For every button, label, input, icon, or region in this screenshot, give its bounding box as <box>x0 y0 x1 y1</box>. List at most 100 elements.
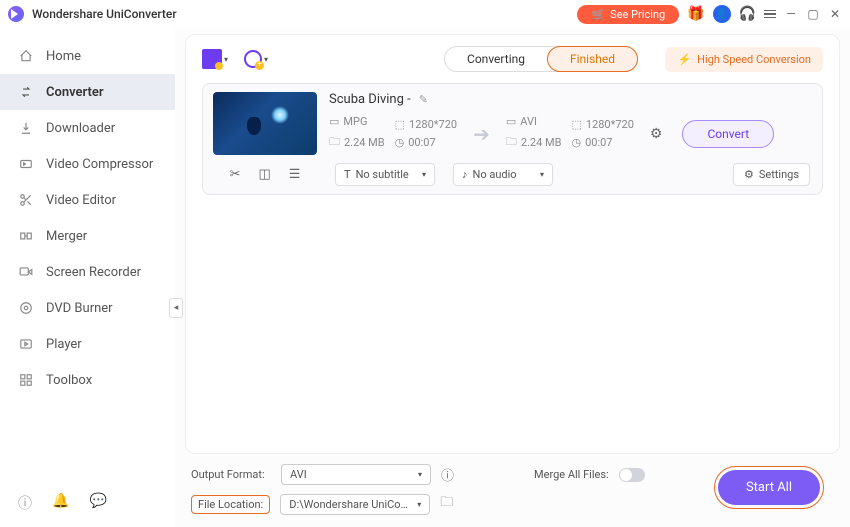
pricing-label: See Pricing <box>610 8 665 21</box>
info-icon[interactable]: ⓘ <box>441 465 454 484</box>
sidebar-item-label: Home <box>46 49 81 64</box>
sidebar-item-compressor[interactable]: Video Compressor <box>0 146 175 182</box>
edit-icon[interactable]: ✎ <box>419 93 428 106</box>
file-location-value: D:\Wondershare UniConverter 1 <box>289 498 409 511</box>
chevron-down-icon: ▾ <box>422 170 426 179</box>
src-res: 1280*720 <box>409 118 457 131</box>
tab-converting[interactable]: Converting <box>445 47 547 71</box>
audio-value: No audio <box>473 168 517 181</box>
dst-res: 1280*720 <box>586 118 634 131</box>
help-icon[interactable]: ⓘ <box>18 493 32 513</box>
toolbox-icon <box>18 372 34 388</box>
sidebar-item-recorder[interactable]: Screen Recorder <box>0 254 175 290</box>
file-add-icon <box>202 49 222 69</box>
sidebar-item-label: Video Editor <box>46 193 116 208</box>
output-format-label: Output Format: <box>191 468 271 481</box>
merger-icon <box>18 228 34 244</box>
sidebar-item-dvd[interactable]: DVD Burner <box>0 290 175 326</box>
sidebar-item-label: Screen Recorder <box>46 265 141 280</box>
src-format: MPG <box>343 115 367 128</box>
video-icon: ▭ <box>329 115 339 128</box>
sidebar-item-downloader[interactable]: Downloader <box>0 110 175 146</box>
sidebar-item-label: DVD Burner <box>46 301 113 316</box>
maximize-button[interactable]: ▢ <box>806 7 820 21</box>
close-button[interactable]: ✕ <box>828 7 842 21</box>
convert-button[interactable]: Convert <box>682 120 774 148</box>
clock-icon: ◷ <box>571 136 581 149</box>
user-avatar[interactable]: 👤 <box>713 5 731 23</box>
file-title: Scuba Diving - <box>329 92 411 107</box>
speed-label: High Speed Conversion <box>697 53 811 66</box>
chevron-down-icon: ▾ <box>417 500 421 509</box>
settings-label: Settings <box>759 168 799 181</box>
see-pricing-button[interactable]: 🛒 See Pricing <box>577 5 679 24</box>
cart-icon: 🛒 <box>591 8 605 21</box>
open-folder-icon[interactable]: 🗀 <box>440 493 453 515</box>
sidebar-item-home[interactable]: Home <box>0 38 175 74</box>
subtitle-icon: T <box>344 168 351 181</box>
output-format-select[interactable]: AVI ▾ <box>281 464 431 485</box>
chevron-down-icon: ▾ <box>224 55 228 64</box>
tab-group: Converting Finished <box>444 46 637 72</box>
merge-toggle[interactable] <box>619 468 645 482</box>
compressor-icon <box>18 156 34 172</box>
download-icon <box>18 120 34 136</box>
high-speed-button[interactable]: ⚡ High Speed Conversion <box>665 47 823 72</box>
disc-add-icon <box>244 50 262 68</box>
sidebar-item-merger[interactable]: Merger <box>0 218 175 254</box>
player-icon <box>18 336 34 352</box>
sidebar-item-label: Converter <box>46 85 104 100</box>
gear-icon: ⚙ <box>744 168 754 181</box>
crop-icon[interactable]: ◫ <box>258 167 270 182</box>
video-thumbnail[interactable] <box>213 92 317 155</box>
file-location-label: File Location: <box>191 495 270 514</box>
chevron-down-icon: ▾ <box>540 170 544 179</box>
dst-dur: 00:07 <box>585 136 612 149</box>
add-file-button[interactable]: ▾ <box>202 49 228 69</box>
tab-finished[interactable]: Finished <box>547 46 638 72</box>
item-settings-button[interactable]: ⚙ Settings <box>733 163 810 186</box>
sidebar-item-player[interactable]: Player <box>0 326 175 362</box>
menu-icon[interactable] <box>764 10 776 19</box>
home-icon <box>18 48 34 64</box>
resolution-icon: ⬚ <box>395 118 405 131</box>
bell-icon[interactable]: 🔔 <box>52 493 69 513</box>
app-title: Wondershare UniConverter <box>32 7 177 21</box>
subtitle-select[interactable]: T No subtitle ▾ <box>335 163 435 186</box>
src-size: 2.24 MB <box>344 136 385 149</box>
minimize-button[interactable]: — <box>784 7 798 21</box>
file-location-select[interactable]: D:\Wondershare UniConverter 1 ▾ <box>280 494 430 515</box>
feedback-icon[interactable]: 💬 <box>89 493 106 513</box>
sidebar-item-label: Player <box>46 337 82 352</box>
effects-icon[interactable]: ☰ <box>289 167 301 182</box>
sidebar-item-label: Merger <box>46 229 87 244</box>
sidebar-item-converter[interactable]: Converter <box>0 74 175 110</box>
gift-icon[interactable]: 🎁 <box>687 6 704 22</box>
sidebar-collapse-button[interactable]: ◂ <box>169 298 183 318</box>
src-dur: 00:07 <box>408 136 435 149</box>
resolution-icon: ⬚ <box>571 118 581 131</box>
chevron-down-icon: ▾ <box>264 55 268 64</box>
support-icon[interactable]: 🎧 <box>739 6 756 22</box>
subtitle-value: No subtitle <box>356 168 409 181</box>
dst-size: 2.24 MB <box>521 136 562 149</box>
sidebar-item-toolbox[interactable]: Toolbox <box>0 362 175 398</box>
folder-icon: 🗀 <box>506 133 517 152</box>
trim-icon[interactable]: ✂ <box>230 167 241 182</box>
dst-format: AVI <box>520 115 537 128</box>
arrow-right-icon: ➔ <box>473 122 490 146</box>
start-all-button[interactable]: Start All <box>718 470 820 505</box>
video-icon: ▭ <box>506 115 516 128</box>
converter-icon <box>18 84 34 100</box>
sidebar-item-label: Downloader <box>46 121 115 136</box>
sidebar-item-editor[interactable]: Video Editor <box>0 182 175 218</box>
start-all-highlight: Start All <box>714 466 824 509</box>
add-url-button[interactable]: ▾ <box>244 50 268 68</box>
clock-icon: ◷ <box>395 136 405 149</box>
output-format-value: AVI <box>290 468 307 481</box>
scissors-icon <box>18 192 34 208</box>
output-settings-icon[interactable]: ⚙ <box>650 126 663 142</box>
audio-select[interactable]: ♪No audio ▾ <box>453 163 553 186</box>
app-logo <box>8 6 24 22</box>
file-card: Scuba Diving - ✎ ▭ MPG 🗀 2.24 MB <box>202 83 823 195</box>
